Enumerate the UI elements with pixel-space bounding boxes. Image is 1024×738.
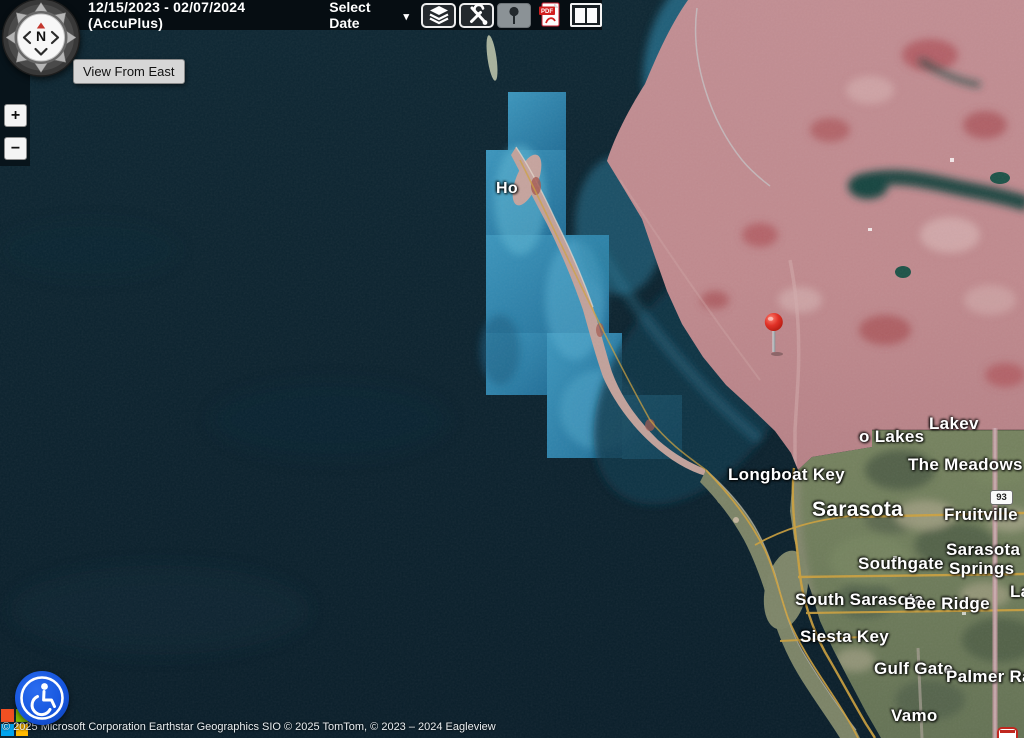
- tools-icon: [466, 4, 488, 26]
- zoom-out-button[interactable]: −: [4, 137, 27, 160]
- compass-tooltip: View From East: [73, 59, 185, 84]
- map-label-longboat-key: Longboat Key: [728, 465, 845, 485]
- layers-button[interactable]: [421, 3, 456, 28]
- map-label-the-meadows: The Meadows: [908, 455, 1023, 475]
- pushpin-button[interactable]: [497, 3, 531, 28]
- tools-button[interactable]: [459, 3, 494, 28]
- ms-logo-red-square: [1, 709, 14, 722]
- map-label-gulf-gate: Gulf Gate: [874, 659, 953, 679]
- map-label-lakev: Lakev: [929, 414, 979, 434]
- split-right-pane: [587, 8, 597, 23]
- map-label-ho: Ho: [496, 180, 518, 198]
- accessibility-wheelchair-icon: [15, 671, 69, 725]
- zoom-in-button[interactable]: +: [4, 104, 27, 127]
- toolbar-buttons: PDF: [421, 1, 602, 30]
- pdf-icon: PDF: [537, 1, 564, 29]
- map-label-southgate: Southgate: [858, 554, 944, 574]
- map-label-o-lakes: o Lakes: [859, 427, 924, 447]
- layers-icon: [428, 4, 450, 26]
- split-left-pane: [575, 8, 585, 23]
- select-date-label: Select Date: [329, 0, 398, 31]
- map-label-fruitville: Fruitville: [944, 505, 1018, 525]
- split-view-button[interactable]: [570, 3, 602, 27]
- map-label-sarasota: Sarasota: [812, 498, 903, 522]
- svg-text:PDF: PDF: [541, 9, 553, 15]
- date-range-label[interactable]: 12/15/2023 - 02/07/2024 (AccuPlus): [88, 0, 307, 31]
- map-attribution: © 2025 Microsoft Corporation Earthstar G…: [2, 721, 496, 733]
- highway-shield-partial: [997, 727, 1018, 738]
- toolbar: 12/15/2023 - 02/07/2024 (AccuPlus) Selec…: [0, 0, 602, 30]
- accessibility-button[interactable]: [15, 671, 69, 725]
- compass-control[interactable]: N: [0, 0, 82, 78]
- map-label-palmer-ranch: Palmer Ra: [946, 667, 1024, 687]
- map-label-la-partial: La: [1010, 582, 1024, 602]
- map-application-window: Ho Longboat Key o Lakes Lakev The Meadow…: [0, 0, 1024, 738]
- route-93-shield: 93: [990, 490, 1013, 505]
- select-date-dropdown[interactable]: Select Date ▾: [329, 0, 409, 31]
- export-pdf-button[interactable]: PDF: [534, 1, 567, 30]
- map-pin[interactable]: [758, 311, 790, 357]
- pushpin-icon: [503, 4, 525, 26]
- map-label-sarasota-springs-line2: Springs: [949, 559, 1014, 579]
- map-label-bee-ridge: Bee Ridge: [904, 594, 990, 614]
- compass-north-label: N: [36, 28, 46, 44]
- map-label-vamo: Vamo: [891, 706, 938, 726]
- chevron-down-icon: ▾: [403, 10, 409, 23]
- map-label-siesta-key: Siesta Key: [800, 627, 889, 647]
- map-label-sarasota-springs-line1: Sarasota: [946, 540, 1020, 560]
